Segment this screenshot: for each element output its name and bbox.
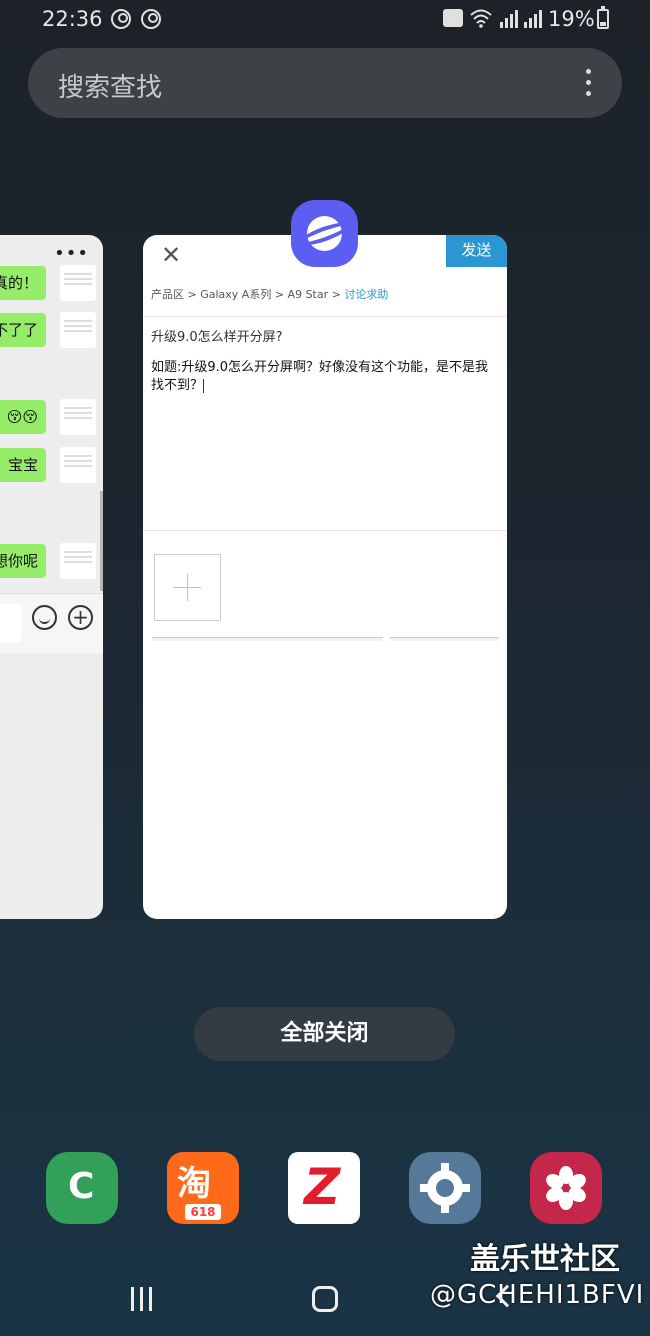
close-icon[interactable]: ✕ (161, 243, 181, 267)
signal-icon (500, 10, 518, 28)
post-title-input[interactable]: 升级9.0怎么样开分屏? (151, 326, 283, 345)
battery-percent: 19% (548, 7, 595, 31)
home-nav-button[interactable] (312, 1286, 338, 1312)
post-body-text: 如题:升级9.0怎么开分屏啊？好像没有这个功能，是不是我找不到？ (151, 360, 489, 393)
taobao-icon: 淘 (177, 1164, 211, 1204)
more-icon: ••• (54, 243, 89, 264)
more-options-icon[interactable] (586, 69, 592, 97)
avatar (60, 543, 96, 579)
search-placeholder: 搜索查找 (58, 73, 163, 103)
add-image-button[interactable] (154, 554, 221, 621)
scrollbar (100, 491, 103, 591)
toolbar-strip (390, 637, 499, 641)
taobao-app-icon[interactable]: 淘 618 (167, 1152, 239, 1224)
breadcrumb-item[interactable]: 产品区 (151, 288, 184, 301)
text-cursor (203, 378, 205, 393)
send-button[interactable]: 发送 (446, 235, 507, 267)
phone-icon: C (68, 1166, 95, 1207)
search-bar[interactable]: 搜索查找 (28, 48, 622, 118)
divider (143, 316, 507, 317)
post-body-input[interactable]: 如题:升级9.0怎么开分屏啊？好像没有这个功能，是不是我找不到？ (151, 359, 501, 395)
breadcrumb: 产品区 > Galaxy A系列 > A9 Star > 讨论求助 (151, 288, 389, 301)
avatar (60, 312, 96, 348)
wifi-icon (470, 9, 492, 28)
zhuanzhuan-icon: Z (304, 1158, 341, 1216)
breadcrumb-item[interactable]: A9 Star (288, 288, 329, 301)
recent-app-card-chat[interactable]: ••• 真的！ 不了了 😚😚 宝宝 想你呢 + (0, 235, 103, 919)
status-bar: 22:36 19% (0, 0, 650, 40)
signal-4g-icon (524, 10, 542, 28)
taobao-badge: 618 (185, 1204, 221, 1220)
chat-input-bar: + (0, 593, 103, 653)
chat-bubble: 😚😚 (0, 400, 46, 434)
emoji-icon[interactable] (32, 605, 57, 630)
message-notification-icon (443, 9, 463, 27)
zhuanzhuan-app-icon[interactable]: Z (288, 1152, 360, 1224)
account-icon (111, 9, 131, 29)
message-input[interactable] (0, 604, 22, 642)
chat-bubble: 宝宝 (0, 448, 46, 482)
clock: 22:36 (42, 7, 103, 31)
settings-app-icon[interactable] (409, 1152, 481, 1224)
avatar (60, 399, 96, 435)
breadcrumb-item[interactable]: Galaxy A系列 (200, 288, 271, 301)
account-icon (141, 9, 161, 29)
chat-bubble: 不了了 (0, 313, 46, 347)
watermark-user: @GCHEHI1BFVI (430, 1280, 645, 1310)
watermark-title: 盖乐世社区 (470, 1242, 620, 1277)
gear-icon (427, 1170, 463, 1206)
chat-bubble: 想你呢 (0, 544, 46, 578)
chat-bubble: 真的！ (0, 266, 46, 300)
breadcrumb-item-current[interactable]: 讨论求助 (344, 288, 388, 301)
gallery-app-icon[interactable] (530, 1152, 602, 1224)
toolbar-strip (152, 637, 383, 641)
battery-icon (597, 6, 609, 29)
phone-app-icon[interactable]: C (46, 1152, 118, 1224)
add-icon[interactable]: + (68, 605, 93, 630)
samsung-internet-icon[interactable] (291, 200, 358, 267)
close-all-button[interactable]: 全部关闭 (194, 1007, 455, 1061)
recent-apps-nav-button[interactable] (131, 1287, 155, 1311)
avatar (60, 265, 96, 301)
recent-app-card-browser[interactable]: ✕ 发送 产品区 > Galaxy A系列 > A9 Star > 讨论求助 升… (143, 235, 507, 919)
avatar (60, 447, 96, 483)
divider (143, 530, 507, 531)
